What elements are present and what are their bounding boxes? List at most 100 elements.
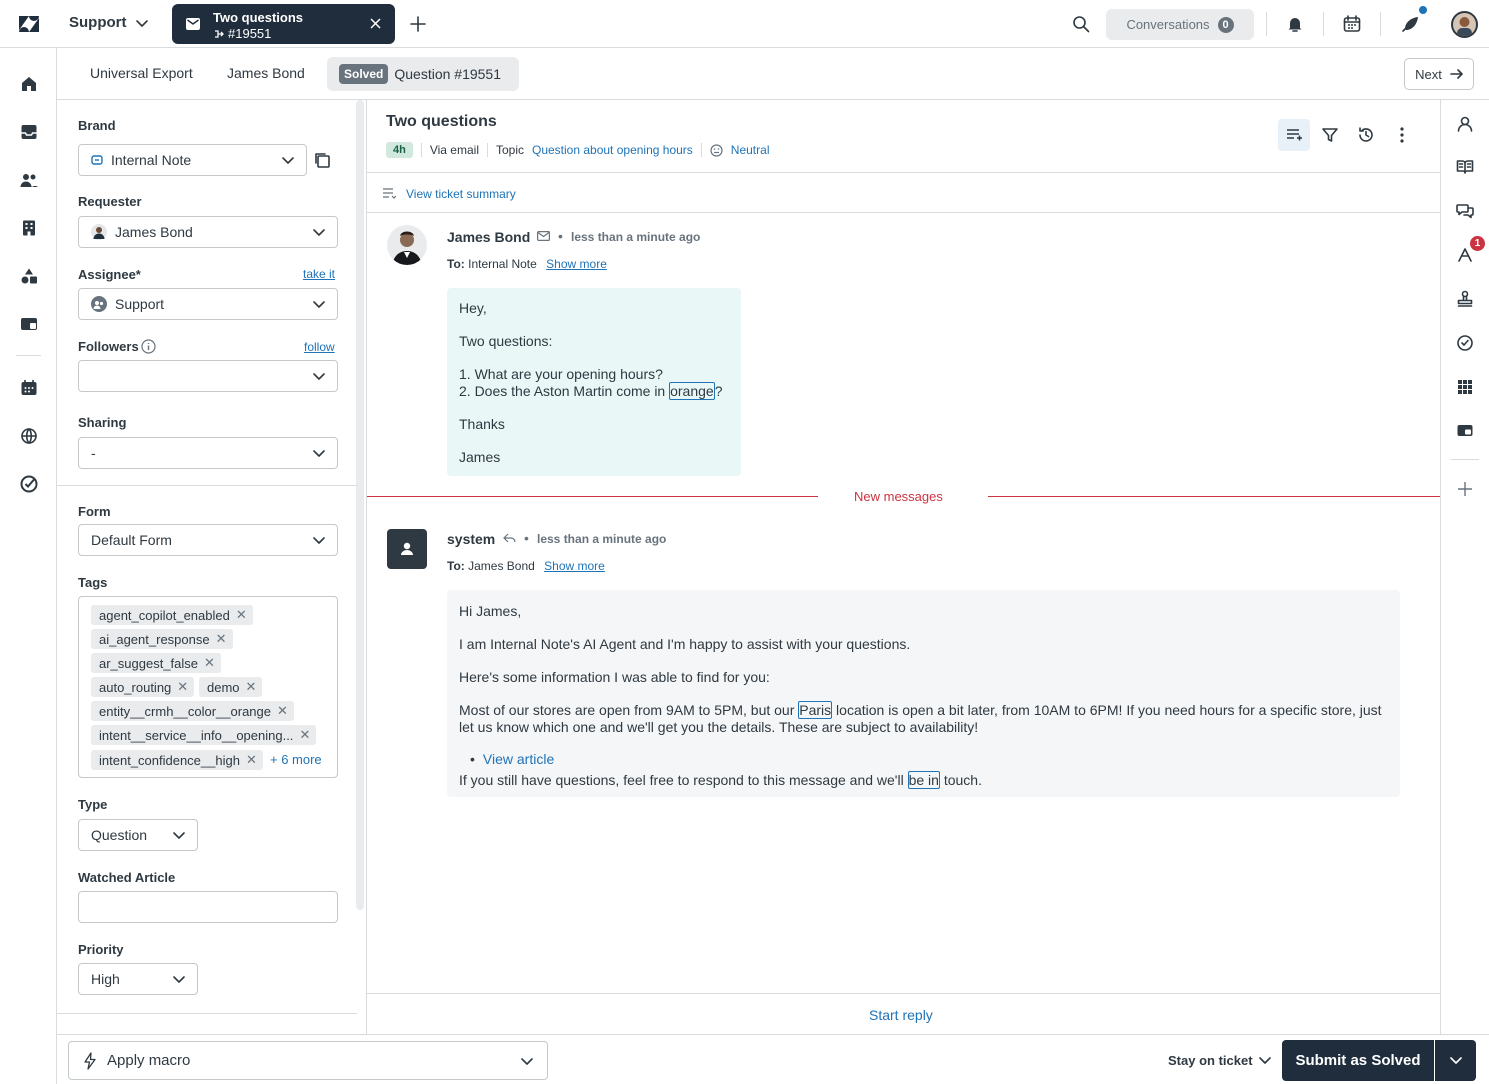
sharing-select[interactable]: - (78, 437, 338, 469)
remove-tag-icon[interactable]: ✕ (236, 607, 247, 623)
checkmark-circle-icon[interactable] (20, 475, 38, 493)
take-it-link[interactable]: take it (303, 267, 335, 281)
more-options-icon[interactable] (1386, 119, 1418, 151)
form-select[interactable]: Default Form (78, 524, 338, 556)
tag[interactable]: intent_confidence__high ✕ (91, 750, 263, 770)
type-value: Question (91, 827, 148, 843)
chevron-down-icon (313, 537, 325, 544)
remove-tag-icon[interactable]: ✕ (177, 679, 188, 695)
message-text: touch. (939, 772, 982, 788)
message-author[interactable]: system (447, 531, 495, 547)
watched-article-input[interactable] (78, 891, 338, 923)
tags-more-link[interactable]: + 6 more (270, 752, 322, 767)
ticket-title[interactable]: Two questions (386, 113, 497, 131)
breadcrumb-requester[interactable]: James Bond (227, 65, 305, 81)
apply-macro-select[interactable]: Apply macro (68, 1041, 548, 1080)
show-more-link[interactable]: Show more (546, 257, 607, 271)
reply-bar[interactable]: Start reply (367, 993, 1440, 1034)
breadcrumb-ticket[interactable]: Solved Question #19551 (327, 57, 519, 91)
topic-value[interactable]: Question about opening hours (532, 143, 693, 157)
tag[interactable]: ai_agent_response ✕ (91, 629, 233, 649)
view-ticket-summary-link[interactable]: View ticket summary (406, 187, 516, 201)
calendar-icon[interactable] (1343, 15, 1361, 33)
globe-icon[interactable] (20, 427, 38, 445)
next-button[interactable]: Next (1404, 58, 1474, 90)
followers-select[interactable] (78, 360, 338, 392)
remove-tag-icon[interactable]: ✕ (246, 752, 257, 768)
to-label: To: (447, 559, 465, 573)
bullet-separator: • (558, 228, 563, 244)
message-author[interactable]: James Bond (447, 229, 530, 245)
tag[interactable]: demo ✕ (199, 677, 263, 697)
remove-tag-icon[interactable]: ✕ (204, 655, 215, 671)
tags-input[interactable]: agent_copilot_enabled ✕ ai_agent_response… (78, 596, 338, 778)
show-more-link[interactable]: Show more (544, 559, 605, 573)
remove-tag-icon[interactable]: ✕ (299, 727, 310, 743)
inbox-icon[interactable] (20, 123, 38, 141)
message-line: I am Internal Note's AI Agent and I'm ha… (459, 636, 911, 652)
left-nav (0, 48, 57, 1084)
conversation-view-icon[interactable] (1278, 119, 1310, 151)
scrollbar[interactable] (356, 100, 364, 910)
tag[interactable]: entity__crmh__color__orange ✕ (91, 701, 294, 721)
follow-link[interactable]: follow (304, 340, 335, 354)
system-avatar[interactable] (387, 529, 427, 569)
search-icon[interactable] (1072, 15, 1090, 33)
objects-icon[interactable] (20, 267, 38, 285)
customer-context-icon[interactable] (1456, 115, 1474, 133)
sentiment[interactable]: Neutral (731, 143, 770, 157)
section-divider (57, 485, 357, 486)
filter-icon[interactable] (1314, 119, 1346, 151)
ticket-tab[interactable]: Two questions #19551 (172, 4, 395, 44)
highlighted-term[interactable]: be in (907, 771, 940, 789)
sharing-value: - (91, 445, 96, 461)
close-tab-icon[interactable] (370, 18, 381, 29)
tag[interactable]: auto_routing ✕ (91, 677, 195, 697)
stamp-icon[interactable] (1456, 290, 1474, 308)
chat-icon[interactable] (1456, 202, 1474, 220)
knowledge-icon[interactable] (1456, 158, 1474, 176)
apps-grid-icon[interactable] (1456, 378, 1474, 396)
priority-select[interactable]: High (78, 963, 198, 995)
tag[interactable]: intent__service__info__opening... ✕ (91, 725, 317, 745)
type-select[interactable]: Question (78, 819, 198, 851)
customers-icon[interactable] (20, 171, 38, 189)
stay-on-ticket-select[interactable]: Stay on ticket (1168, 1053, 1271, 1068)
conversations-button[interactable]: Conversations 0 (1106, 9, 1254, 40)
info-icon[interactable] (141, 339, 156, 354)
tag[interactable]: ar_suggest_false ✕ (91, 653, 221, 673)
start-reply-button[interactable]: Start reply (869, 1007, 933, 1023)
task-check-icon[interactable] (1456, 334, 1474, 352)
user-avatar[interactable] (1451, 11, 1478, 38)
brand-icon (91, 155, 103, 165)
submit-button[interactable]: Submit as Solved (1282, 1040, 1434, 1081)
home-icon[interactable] (20, 75, 38, 93)
workspace-icon[interactable] (20, 315, 38, 333)
requester-avatar[interactable] (387, 225, 427, 265)
remove-tag-icon[interactable]: ✕ (216, 631, 227, 647)
organizations-icon[interactable] (20, 219, 38, 237)
add-app-icon[interactable] (1456, 480, 1474, 498)
zendesk-logo-icon[interactable] (18, 13, 40, 35)
highlighted-term[interactable]: Paris (798, 701, 833, 719)
form-label: Form (78, 504, 111, 519)
calendar-icon[interactable] (20, 379, 38, 397)
copy-icon[interactable] (313, 151, 331, 169)
product-switcher[interactable]: Support (69, 14, 149, 31)
rocket-icon[interactable] (1400, 14, 1420, 34)
history-icon[interactable] (1350, 119, 1382, 151)
tag[interactable]: agent_copilot_enabled ✕ (91, 605, 253, 625)
brand-select[interactable]: Internal Note (78, 144, 307, 176)
view-article-link[interactable]: View article (483, 751, 554, 767)
breadcrumb-organization[interactable]: Universal Export (90, 65, 193, 81)
type-label: Type (78, 797, 108, 812)
requester-select[interactable]: James Bond (78, 216, 338, 248)
remove-tag-icon[interactable]: ✕ (246, 679, 257, 695)
workspace-app-icon[interactable] (1456, 422, 1474, 440)
remove-tag-icon[interactable]: ✕ (277, 703, 288, 719)
assignee-select[interactable]: Support (78, 288, 338, 320)
highlighted-term[interactable]: orange (669, 382, 715, 400)
add-tab-icon[interactable] (409, 15, 427, 33)
notifications-icon[interactable] (1286, 15, 1304, 33)
submit-options-button[interactable] (1435, 1040, 1476, 1081)
